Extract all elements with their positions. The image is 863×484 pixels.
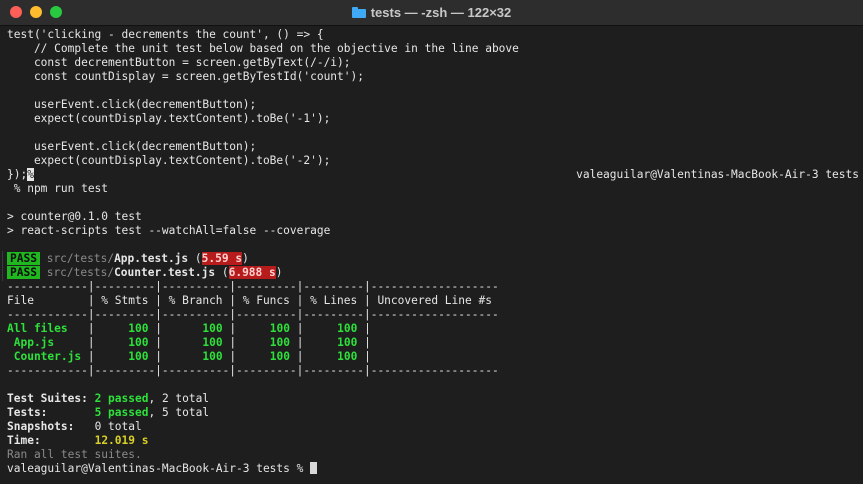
code-line: test('clicking - decrements the count', … xyxy=(7,28,324,41)
npm-output-line: > react-scripts test --watchAll=false --… xyxy=(7,224,331,237)
result-dir: src/tests/ xyxy=(46,252,115,265)
summary-snapshots-label: Snapshots: xyxy=(7,420,75,433)
ran-all-message: Ran all test suites. xyxy=(7,448,142,461)
coverage-file: App.js xyxy=(7,336,82,349)
code-line: userEvent.click(decrementButton); xyxy=(7,140,257,153)
code-line: // Complete the unit test below based on… xyxy=(7,42,519,55)
coverage-lines: 100 xyxy=(337,322,358,335)
summary-suites-passed: 2 passed xyxy=(94,392,149,405)
coverage-stmts: 100 xyxy=(128,336,149,349)
coverage-branch: 100 xyxy=(202,350,223,363)
coverage-row: All files | 100 | 100 | 100 | 100 | xyxy=(7,322,499,335)
code-line-closing: });% xyxy=(7,168,34,182)
summary-tests: Tests: 5 passed, 5 total xyxy=(7,406,209,420)
code-line-closing-text: }); xyxy=(7,168,28,181)
eof-marker: % xyxy=(27,168,34,181)
pass-badge: PASS xyxy=(7,252,40,265)
title-bar: tests — -zsh — 122×32 xyxy=(0,0,863,26)
summary-snapshots: Snapshots: 0 total xyxy=(7,420,142,434)
coverage-file: All files xyxy=(7,322,82,335)
previous-prompt: valeaguilar@Valentinas-MacBook-Air-3 tes… xyxy=(576,168,859,181)
pass-badge: PASS xyxy=(7,266,40,279)
summary-time: Time: 12.019 s xyxy=(7,434,148,448)
folder-icon xyxy=(351,7,366,18)
code-line: expect(countDisplay.textContent).toBe('-… xyxy=(7,154,331,167)
current-prompt[interactable]: valeaguilar@Valentinas-MacBook-Air-3 tes… xyxy=(7,462,318,476)
summary-snapshots-value: 0 total xyxy=(94,420,142,433)
summary-suites-label: Test Suites: xyxy=(7,392,88,405)
summary-suites: Test Suites: 2 passed, 2 total xyxy=(7,392,209,406)
summary-time-label: Time: xyxy=(7,434,41,447)
coverage-separator: ------------|---------|----------|------… xyxy=(7,364,499,377)
coverage-file: Counter.js xyxy=(7,350,82,363)
coverage-lines: 100 xyxy=(337,336,358,349)
coverage-stmts: 100 xyxy=(128,322,149,335)
prompt-text: valeaguilar@Valentinas-MacBook-Air-3 tes… xyxy=(7,462,311,475)
coverage-row: Counter.js | 100 | 100 | 100 | 100 | xyxy=(7,350,499,363)
summary-tests-label: Tests: xyxy=(7,406,48,419)
test-result-row: PASS src/tests/Counter.test.js (6.988 s) xyxy=(7,266,283,280)
coverage-branch: 100 xyxy=(202,336,223,349)
coverage-separator: ------------|---------|----------|------… xyxy=(7,308,499,321)
npm-output-line: > counter@0.1.0 test xyxy=(7,210,142,223)
terminal-output[interactable]: test('clicking - decrements the count', … xyxy=(0,28,863,484)
coverage-funcs: 100 xyxy=(269,350,290,363)
coverage-funcs: 100 xyxy=(269,322,290,335)
result-dir: src/tests/ xyxy=(46,266,115,279)
summary-suites-total: , 2 total xyxy=(148,392,210,405)
coverage-separator: ------------|---------|----------|------… xyxy=(7,280,499,293)
window-title-container: tests — -zsh — 122×32 xyxy=(0,5,863,20)
coverage-stmts: 100 xyxy=(128,350,149,363)
coverage-branch: 100 xyxy=(202,322,223,335)
summary-tests-passed: 5 passed xyxy=(94,406,149,419)
coverage-funcs: 100 xyxy=(269,336,290,349)
result-file: Counter.test.js xyxy=(114,266,216,279)
code-line: userEvent.click(decrementButton); xyxy=(7,98,257,111)
code-line: const decrementButton = screen.getByText… xyxy=(7,56,351,69)
result-time: 6.988 s xyxy=(228,266,276,279)
summary-time-value: 12.019 s xyxy=(94,434,149,447)
test-result-row: PASS src/tests/App.test.js (5.59 s) xyxy=(7,252,249,266)
command-line: % npm run test xyxy=(7,182,109,195)
text-cursor xyxy=(310,462,318,474)
code-line: expect(countDisplay.textContent).toBe('-… xyxy=(7,112,331,125)
coverage-header: File | % Stmts | % Branch | % Funcs | % … xyxy=(7,294,499,307)
terminal-window: tests — -zsh — 122×32 test('clicking - d… xyxy=(0,0,863,484)
result-file: App.test.js xyxy=(114,252,189,265)
window-title: tests — -zsh — 122×32 xyxy=(370,5,512,20)
coverage-lines: 100 xyxy=(337,350,358,363)
summary-tests-total: , 5 total xyxy=(148,406,210,419)
result-time: 5.59 s xyxy=(201,252,243,265)
coverage-row: App.js | 100 | 100 | 100 | 100 | xyxy=(7,336,499,349)
code-line: const countDisplay = screen.getByTestId(… xyxy=(7,70,364,83)
